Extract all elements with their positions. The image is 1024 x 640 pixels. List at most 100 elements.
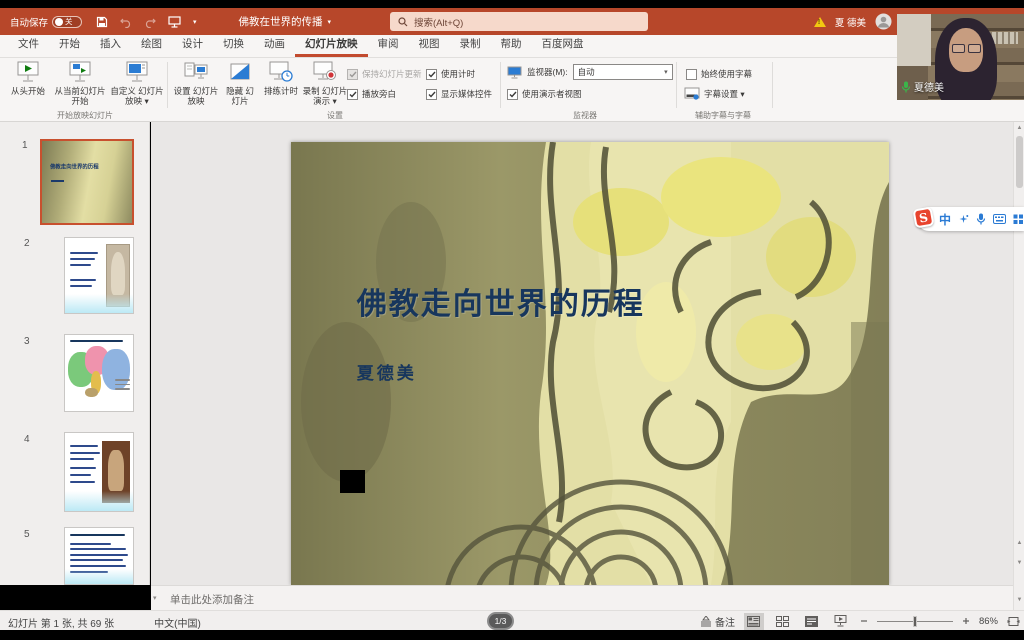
customize-qat-chevron-icon[interactable]: ▾: [193, 18, 197, 26]
notes-toggle-button[interactable]: 备注: [700, 614, 735, 629]
chinese-mode-icon[interactable]: 中: [939, 211, 951, 228]
slide-title[interactable]: 佛教走向世界的历程: [357, 279, 645, 323]
black-object[interactable]: [340, 470, 365, 493]
redo-icon[interactable]: [144, 16, 156, 28]
skin-sparkle-icon[interactable]: [958, 214, 969, 225]
setup-slideshow-button[interactable]: 设置 幻灯片放映: [172, 61, 220, 106]
tab-help[interactable]: 帮助: [491, 32, 532, 57]
checkbox-label: 显示媒体控件: [441, 88, 492, 100]
avatar[interactable]: [875, 13, 892, 30]
webcam-window: [897, 14, 931, 66]
chevron-down-icon[interactable]: ▾: [153, 594, 157, 602]
sogou-logo-icon[interactable]: S: [912, 206, 934, 228]
language-indicator[interactable]: 中文(中国): [154, 615, 201, 630]
thumbnail-art: [65, 238, 133, 313]
status-bar: 幻灯片 第 1 张, 共 69 张 中文(中国) 1/3 备注: [0, 610, 1024, 630]
zoom-slider[interactable]: [877, 621, 953, 622]
hide-slide-button[interactable]: 隐藏 幻灯片: [222, 61, 258, 106]
subtitle-settings-button[interactable]: 字幕设置 ▾: [684, 87, 745, 100]
tab-insert[interactable]: 插入: [90, 32, 131, 57]
title-bar: 自动保存 关 ▾ 佛教在世界的传播 ▾ 搜索(Alt+Q) ! 夏 德美: [0, 8, 1024, 35]
zoom-percentage[interactable]: 86%: [979, 616, 998, 627]
notes-toggle-label: 备注: [715, 614, 735, 629]
checkbox-play-narrations[interactable]: 播放旁白: [347, 88, 396, 100]
normal-view-icon: [747, 616, 760, 627]
scrollbar-thumb[interactable]: [1016, 136, 1023, 188]
checkbox-keep-slides-updated[interactable]: 保持幻灯片更新: [347, 68, 422, 80]
tab-baidu-netdisk[interactable]: 百度网盘: [532, 32, 594, 57]
fit-to-window-icon[interactable]: [1007, 616, 1020, 627]
save-icon[interactable]: [96, 16, 108, 28]
normal-view-button[interactable]: [744, 613, 764, 630]
play-from-current-icon: [67, 61, 93, 84]
title-chevron-icon: ▾: [328, 18, 332, 26]
thumbnail-slide-5[interactable]: [64, 527, 134, 585]
slideshow-view-icon: [834, 615, 847, 627]
slide-author[interactable]: 夏德美: [357, 359, 417, 384]
document-title[interactable]: 佛教在世界的传播 ▾: [239, 14, 332, 29]
voice-input-icon[interactable]: [976, 213, 986, 225]
tab-design[interactable]: 设计: [172, 32, 213, 57]
autosave-state: 关: [65, 16, 73, 27]
checkbox-always-use-subtitles[interactable]: 始终使用字幕: [686, 68, 752, 80]
button-label: 字幕设置 ▾: [704, 88, 745, 100]
presenter-name: 夏德美: [914, 79, 944, 94]
button-label: 从当前幻灯片 开始: [50, 86, 110, 106]
button-label: 自定义 幻灯片放映 ▾: [110, 86, 164, 106]
monitor-dropdown[interactable]: 自动 ▾: [573, 64, 673, 80]
tab-draw[interactable]: 绘图: [131, 32, 172, 57]
scroll-down-icon[interactable]: ▼: [1015, 597, 1024, 603]
thumbnail-slide-2[interactable]: [64, 237, 134, 314]
warning-icon[interactable]: !: [814, 17, 826, 27]
tab-animations[interactable]: 动画: [254, 32, 295, 57]
autosave-toggle[interactable]: 自动保存 关: [10, 15, 82, 29]
checkbox-label: 保持幻灯片更新: [362, 68, 422, 80]
scroll-up-icon[interactable]: ▲: [1015, 125, 1024, 131]
vertical-scrollbar[interactable]: ▲ ▲ ▼ ▼: [1013, 122, 1024, 610]
thumbnail-slide-3[interactable]: [64, 334, 134, 412]
search-input[interactable]: 搜索(Alt+Q): [390, 12, 648, 31]
thumbnail-slide-4[interactable]: [64, 432, 134, 512]
previous-slide-icon[interactable]: ▲: [1015, 540, 1024, 546]
next-slide-icon[interactable]: ▼: [1015, 560, 1024, 566]
thumbnail-number: 2: [24, 238, 30, 249]
toolbox-grid-icon[interactable]: [1013, 214, 1024, 225]
checkbox-icon: [686, 69, 697, 80]
rehearse-clock-icon: [268, 61, 294, 84]
zoom-slider-handle[interactable]: [913, 616, 917, 627]
monitor-icon: [507, 66, 522, 79]
tab-transitions[interactable]: 切换: [213, 32, 254, 57]
slide-sorter-view-button[interactable]: [773, 613, 793, 630]
ime-toolbar[interactable]: S 中: [917, 207, 1024, 231]
keyboard-icon[interactable]: [993, 214, 1006, 224]
slideshow-quick-icon[interactable]: [168, 16, 181, 28]
autosave-switch-icon[interactable]: 关: [52, 16, 82, 28]
tab-record[interactable]: 录制: [450, 32, 491, 57]
from-current-slide-button[interactable]: 从当前幻灯片 开始: [50, 61, 110, 106]
from-beginning-button[interactable]: 从头开始: [6, 61, 50, 96]
zoom-out-button[interactable]: [860, 617, 868, 625]
checkbox-use-timings[interactable]: 使用计时: [426, 68, 475, 80]
zoom-in-button[interactable]: [962, 617, 970, 625]
group-label-setup: 设置: [300, 110, 370, 121]
tab-slideshow[interactable]: 幻灯片放映: [295, 32, 368, 57]
tab-file[interactable]: 文件: [8, 32, 49, 57]
tab-view[interactable]: 视图: [409, 32, 450, 57]
undo-icon[interactable]: [120, 16, 132, 28]
thumbnail-slide-1[interactable]: 佛教走向世界的历程: [40, 139, 134, 225]
tab-review[interactable]: 审阅: [368, 32, 409, 57]
notes-placeholder[interactable]: 单击此处添加备注: [170, 592, 254, 607]
reading-view-button[interactable]: [802, 613, 822, 630]
notes-pane[interactable]: ▾ 单击此处添加备注: [151, 585, 1024, 610]
slideshow-view-button[interactable]: [831, 613, 851, 630]
record-slideshow-button[interactable]: 录制 幻灯片演示 ▾: [300, 61, 350, 106]
tab-home[interactable]: 开始: [49, 32, 90, 57]
account-name[interactable]: 夏 德美: [835, 15, 866, 29]
checkbox-label: 播放旁白: [362, 88, 396, 100]
rehearse-timings-button[interactable]: 排练计时: [260, 61, 302, 96]
thumbnail-number: 5: [24, 529, 30, 540]
slide-canvas[interactable]: 佛教走向世界的历程 夏德美: [291, 142, 889, 585]
checkbox-show-media-controls[interactable]: 显示媒体控件: [426, 88, 492, 100]
checkbox-presenter-view[interactable]: 使用演示者视图: [507, 88, 582, 100]
custom-slideshow-button[interactable]: 自定义 幻灯片放映 ▾: [110, 61, 164, 106]
